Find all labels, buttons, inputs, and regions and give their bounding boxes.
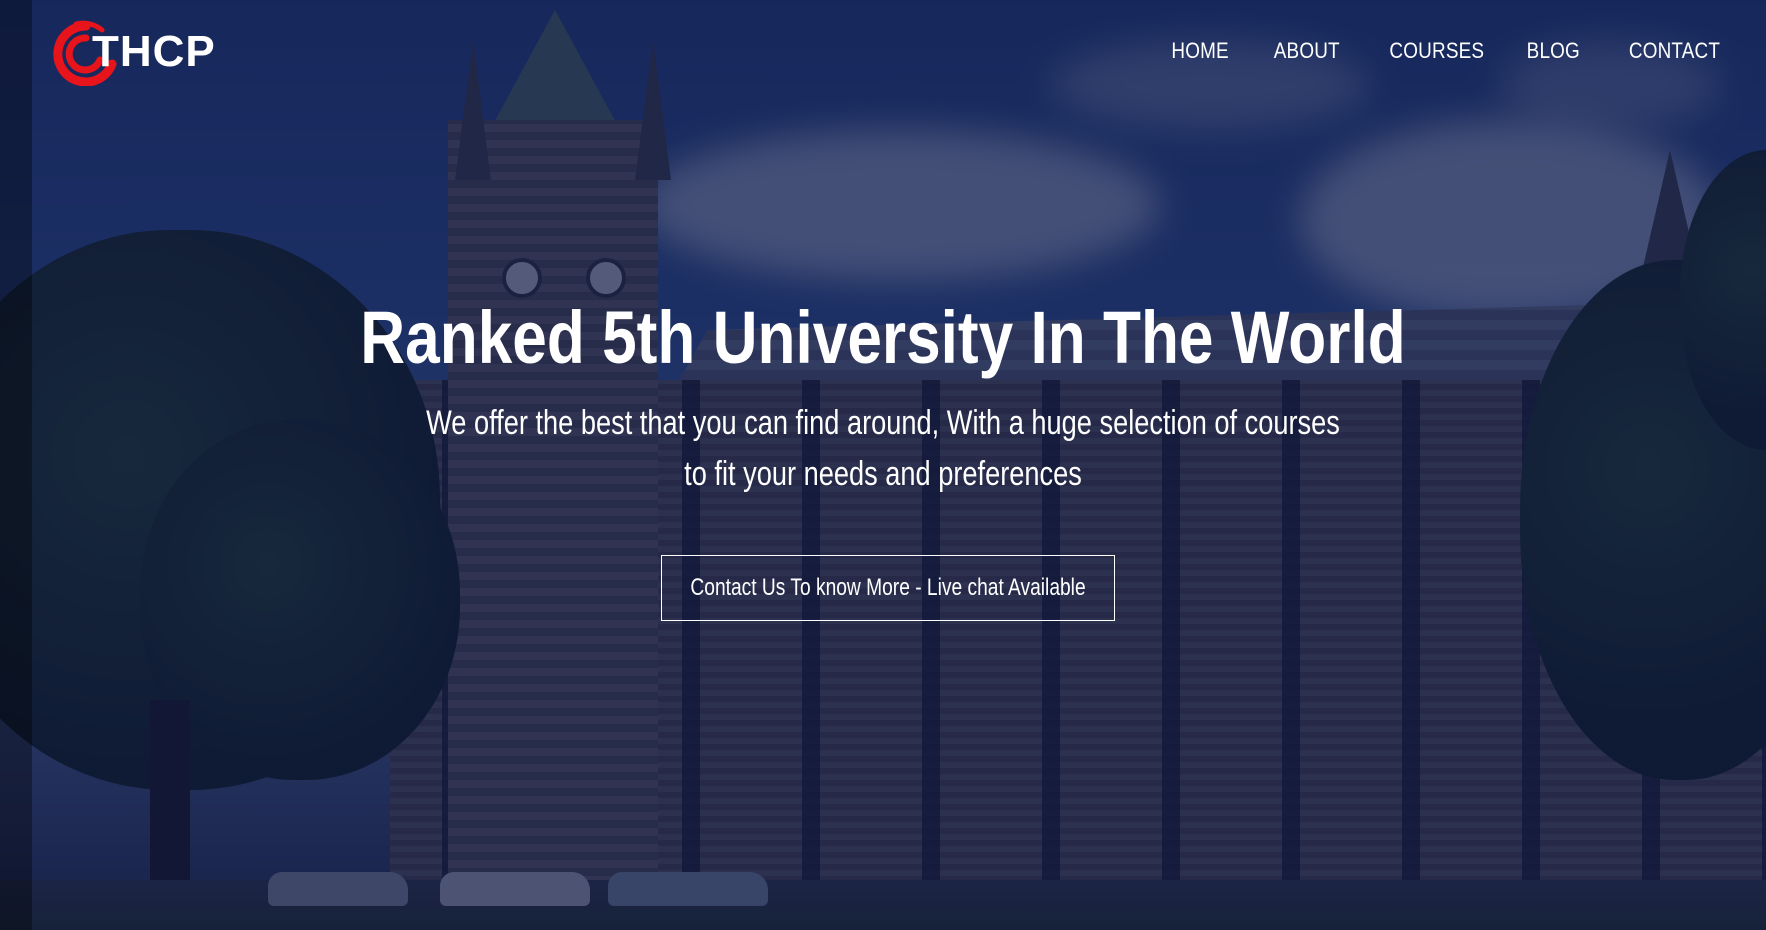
hero-section: THCP HOME ABOUT COURSES BLOG CONTACT Ran…: [0, 0, 1766, 930]
nav-blog[interactable]: BLOG: [1527, 38, 1580, 64]
nav-about[interactable]: ABOUT: [1274, 38, 1340, 64]
nav-home[interactable]: HOME: [1172, 38, 1229, 64]
contact-cta-label: Contact Us To know More - Live chat Avai…: [690, 574, 1086, 601]
contact-cta-button[interactable]: Contact Us To know More - Live chat Avai…: [661, 555, 1115, 621]
hero-subline: We offer the best that you can find arou…: [403, 398, 1363, 500]
hero-content: Ranked 5th University In The World We of…: [0, 290, 1766, 500]
logo-link[interactable]: THCP: [46, 20, 215, 86]
logo-text: THCP: [92, 27, 216, 76]
main-nav: HOME ABOUT COURSES BLOG CONTACT: [1162, 38, 1720, 64]
hero-subline-line-2: to fit your needs and preferences: [684, 455, 1082, 493]
hero-headline: Ranked 5th University In The World: [360, 296, 1406, 379]
nav-courses[interactable]: COURSES: [1389, 38, 1484, 64]
nav-contact[interactable]: CONTACT: [1629, 38, 1720, 64]
site-header: THCP HOME ABOUT COURSES BLOG CONTACT: [0, 0, 1766, 110]
hero-subline-line-1: We offer the best that you can find arou…: [426, 404, 1340, 442]
